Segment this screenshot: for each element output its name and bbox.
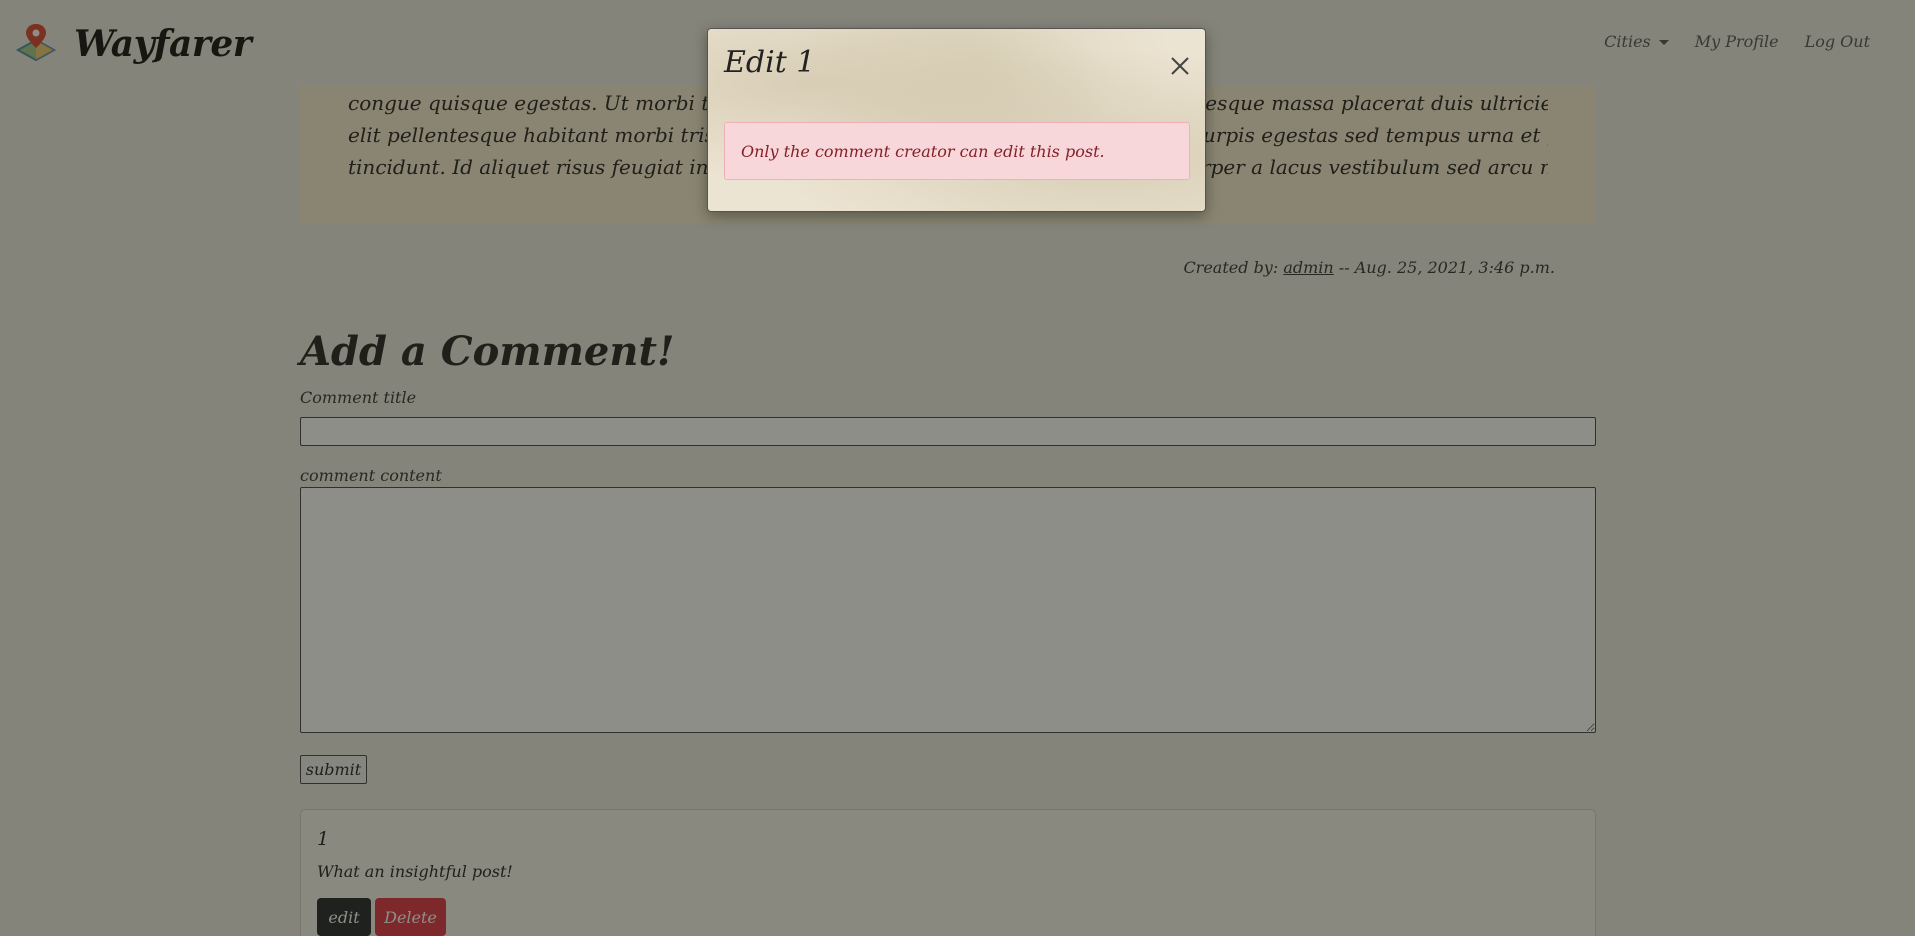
permission-alert: Only the comment creator can edit this p… <box>724 122 1190 180</box>
close-icon[interactable] <box>1169 55 1191 77</box>
modal-title: Edit 1 <box>724 45 816 80</box>
edit-modal: Edit 1 Only the comment creator can edit… <box>707 28 1206 212</box>
